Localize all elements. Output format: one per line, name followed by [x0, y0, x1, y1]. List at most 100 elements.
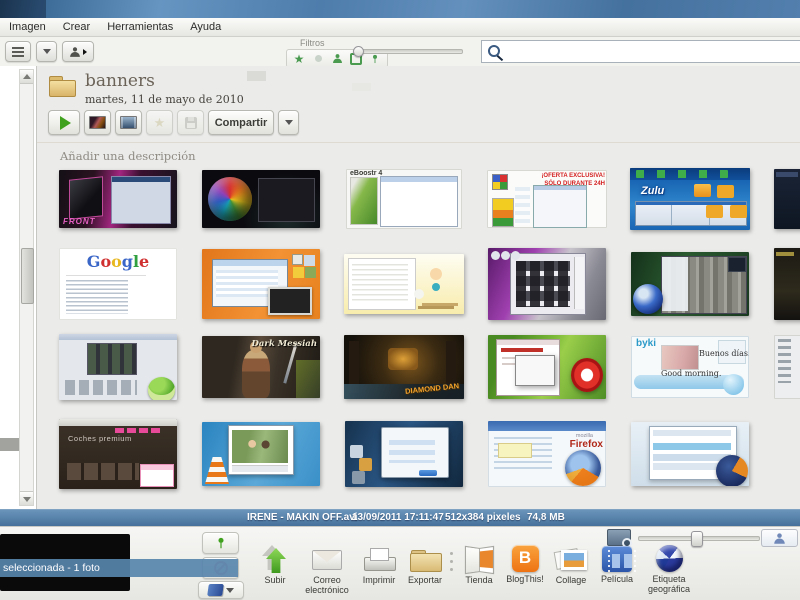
menu-bar: Imagen Crear Herramientas Ayuda	[0, 18, 800, 37]
bottom-panel: seleccionada - 1 foto Subir Correo electr…	[0, 526, 800, 600]
banner-byki[interactable]: byki Buenos días. Good morning.	[631, 336, 749, 398]
banner-zulu[interactable]: Zulu	[630, 168, 750, 230]
content-area: banners martes, 11 de mayo de 2010 Compa…	[0, 66, 800, 509]
filter-starred-button[interactable]	[293, 52, 305, 65]
thumbnail-grid: FRONT eBoostr 4 ¡OFERTA EXCLUSIVA! SÓLO DUR…	[37, 66, 800, 509]
filter-faces-button[interactable]	[331, 52, 343, 65]
action-label: Tienda	[465, 575, 493, 585]
menu-item-crear[interactable]: Crear	[63, 21, 91, 33]
search-input[interactable]	[506, 43, 794, 61]
library-pane: banners martes, 11 de mayo de 2010 Compa…	[37, 66, 800, 509]
action-export-button[interactable]: Exportar	[403, 544, 447, 585]
banner-coches-premium[interactable]: Coches premium	[59, 419, 177, 489]
status-bar: IRENE - MAKIN OFF.avi 13/09/2011 17:11:4…	[0, 509, 800, 526]
add-to-album-button[interactable]	[198, 581, 244, 599]
movie2-icon	[602, 546, 636, 572]
export-icon	[405, 544, 445, 574]
action-shop-button[interactable]: Tienda	[457, 544, 501, 585]
collage-icon	[551, 544, 591, 574]
thumbnail-zoom-slider[interactable]	[638, 531, 760, 547]
banner-front-theme-label: FRONT	[63, 217, 96, 226]
banner-icon-sphere[interactable]	[202, 170, 320, 228]
status-dimensions: 512x384 pixeles	[445, 512, 521, 523]
scroll-down-arrow[interactable]	[20, 491, 33, 505]
banner-vlc-player[interactable]	[202, 422, 320, 486]
person-icon	[70, 46, 80, 57]
scrollbar-thumb[interactable]	[21, 248, 34, 304]
banner-login-dialog[interactable]	[345, 421, 463, 487]
play-arrow-icon	[83, 48, 87, 55]
blogthis-icon	[511, 545, 539, 572]
banner-thunderbird[interactable]	[631, 422, 749, 486]
action-label: BlogThis!	[506, 574, 544, 584]
pin-icon	[373, 54, 377, 63]
library-view-button[interactable]	[5, 41, 31, 62]
window-titlebar[interactable]	[0, 0, 800, 18]
menu-item-ayuda[interactable]: Ayuda	[190, 21, 221, 33]
banner-avg-offer[interactable]: ¡OFERTA EXCLUSIVA! SÓLO DURANTE 24H	[487, 170, 607, 228]
action-blogthis-button[interactable]: BlogThis!	[503, 544, 547, 584]
banner-avg-offer-label: ¡OFERTA EXCLUSIVA!	[541, 173, 605, 179]
banner-partial-light[interactable]	[774, 335, 800, 399]
action-print-button[interactable]: Imprimir	[357, 544, 401, 585]
geotag-icon	[655, 545, 683, 572]
scroll-up-arrow[interactable]	[20, 70, 33, 84]
upload-icon	[255, 544, 295, 574]
picasa-window: Imagen Crear Herramientas Ayuda Filtros	[0, 0, 800, 600]
album-book-icon	[207, 584, 224, 596]
action-label: Película	[600, 574, 634, 584]
status-datetime: 13/09/2011 17:11:47	[352, 512, 444, 523]
person-icon	[774, 532, 785, 544]
banner-diamond-dan[interactable]: DIAMOND DAN	[344, 335, 464, 399]
action-label: Subir	[264, 575, 286, 585]
shop-icon	[459, 544, 499, 574]
hold-selection-button[interactable]	[202, 532, 239, 554]
banner-atube-catcher[interactable]	[59, 334, 177, 400]
action-label: Collage	[555, 575, 587, 585]
banner-partial-dark[interactable]	[774, 169, 800, 229]
banner-front-theme[interactable]: FRONT	[59, 170, 177, 228]
banner-cartoon-website[interactable]	[344, 254, 464, 314]
menu-item-imagen[interactable]: Imagen	[9, 21, 46, 33]
banner-byki-label: byki	[636, 338, 657, 349]
banner-firefox[interactable]: mozilla Firefox	[488, 421, 606, 487]
banner-partial-dark-2[interactable]	[774, 248, 800, 320]
banner-google-search[interactable]: Google	[59, 248, 177, 320]
pin-icon	[217, 537, 224, 549]
banner-opera[interactable]	[488, 335, 606, 399]
separator-dots	[449, 548, 455, 578]
action-geotag-button[interactable]: Etiqueta geográfica	[641, 544, 697, 594]
status-filename: IRENE - MAKIN OFF.avi	[247, 512, 358, 523]
banner-eboostr[interactable]: eBoostr 4	[346, 169, 462, 229]
banner-byki-label: Good morning.	[661, 369, 722, 378]
action-label: Imprimir	[362, 575, 396, 585]
banner-byki-label: Buenos días.	[699, 349, 749, 358]
sidebar-scrollbar[interactable]	[19, 69, 34, 506]
selection-count-label: seleccionada - 1 foto	[0, 559, 238, 577]
folder-list-selected-row[interactable]	[0, 438, 19, 451]
banner-dark-messiah[interactable]: Dark Messiah	[202, 336, 320, 398]
filter-date-slider[interactable]	[353, 46, 463, 57]
banner-zulu-label: Zulu	[641, 185, 665, 197]
menu-item-herramientas[interactable]: Herramientas	[107, 21, 173, 33]
banner-google-earth[interactable]	[631, 252, 749, 316]
people-panel-button[interactable]	[761, 529, 798, 547]
slider-thumb[interactable]	[353, 46, 364, 57]
action-email-button[interactable]: Correo electrónico	[299, 544, 355, 595]
chevron-down-icon	[42, 49, 51, 58]
action-upload-button[interactable]: Subir	[253, 544, 297, 585]
action-collage-button[interactable]: Collage	[549, 544, 593, 585]
banner-google-search-label: Google	[86, 252, 150, 271]
banner-firefox-label: Firefox	[569, 439, 603, 450]
banner-avg-offer-label: SÓLO DURANTE 24H	[544, 181, 605, 187]
banner-purple-gallery[interactable]	[488, 248, 606, 320]
banner-coches-premium-label: Coches premium	[68, 434, 132, 443]
filter-uploaded-button[interactable]	[312, 52, 324, 65]
email-icon	[307, 544, 347, 574]
folder-list-sidebar[interactable]	[0, 66, 371, 509]
list-view-icon	[12, 46, 24, 49]
people-view-button[interactable]	[62, 41, 94, 62]
banner-orange-filemanager[interactable]	[202, 249, 320, 319]
action-movie2-button[interactable]: Película	[595, 544, 639, 584]
view-options-dropdown[interactable]	[36, 41, 57, 62]
